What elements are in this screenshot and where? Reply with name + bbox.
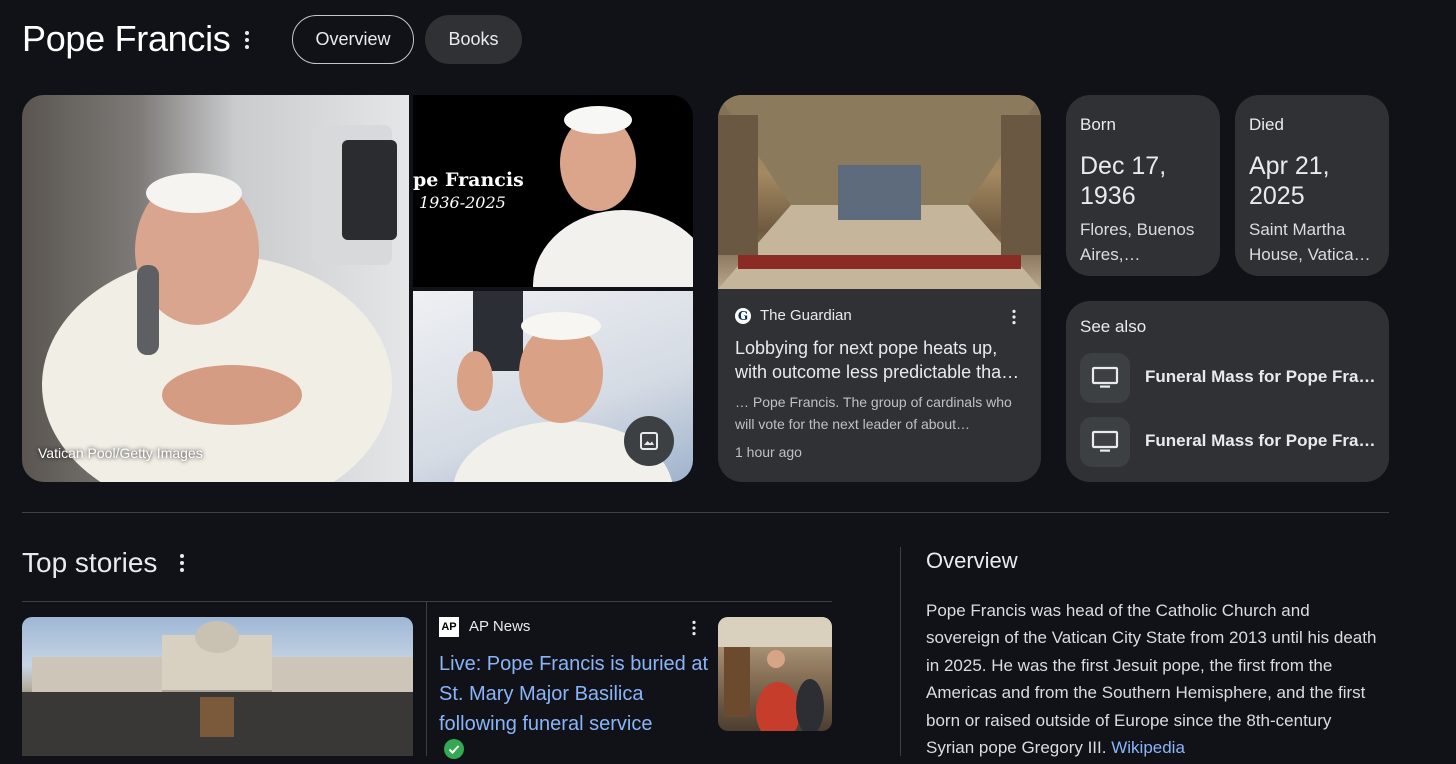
see-also-item-label[interactable]: Funeral Mass for Pope Fra… [1145, 367, 1376, 387]
tribute-name-text: pe Francis [413, 169, 524, 191]
tv-icon [1080, 353, 1130, 403]
tab-overview[interactable]: Overview [292, 15, 414, 64]
news-source[interactable]: The Guardian [760, 307, 852, 324]
section-divider [22, 512, 1389, 513]
story-divider [426, 602, 427, 756]
image-gallery-icon[interactable] [624, 416, 674, 466]
see-also-item[interactable]: Funeral Mass for Pope Fra… [1080, 417, 1380, 467]
story-source[interactable]: AP News [469, 618, 530, 635]
story-thumbnail[interactable] [718, 617, 832, 731]
main-photo[interactable]: Vatican Pool/Getty Images [22, 95, 409, 482]
died-place: Saint Martha House, Vatica… [1249, 220, 1371, 264]
ap-news-logo-icon: AP [439, 617, 459, 637]
tab-books[interactable]: Books [425, 15, 522, 64]
image-gallery[interactable]: Vatican Pool/Getty Images pe Francis 193… [22, 95, 693, 482]
news-headline[interactable]: Lobbying for next pope heats up, with ou… [735, 336, 1031, 384]
guardian-logo-icon: G [735, 308, 751, 324]
died-label: Died [1249, 115, 1284, 134]
died-card[interactable]: Died Apr 21, 2025 Saint Martha House, Va… [1235, 95, 1389, 276]
died-date: Apr 21, 2025 [1249, 152, 1330, 210]
top-stories-title: Top stories [22, 547, 158, 578]
news-timestamp: 1 hour ago [735, 444, 802, 460]
story-more-options-icon[interactable] [688, 618, 701, 637]
photo-credit: Vatican Pool/Getty Images [38, 445, 203, 461]
overview-title: Overview [926, 548, 1018, 573]
pope-photo-illustration [42, 125, 397, 482]
see-also-item-label[interactable]: Funeral Mass for Pope Fra… [1145, 431, 1376, 451]
wikipedia-link[interactable]: Wikipedia [1111, 738, 1185, 757]
more-options-icon[interactable] [239, 28, 255, 52]
story-photo[interactable] [22, 617, 413, 756]
stories-divider [22, 601, 832, 602]
news-card[interactable]: G The Guardian Lobbying for next pope he… [718, 95, 1041, 482]
news-snippet: … Pope Francis. The group of cardinals w… [735, 394, 1012, 432]
verified-check-icon [444, 739, 464, 759]
page-title: Pope Francis [22, 18, 231, 59]
born-place: Flores, Buenos Aires,… [1080, 220, 1195, 264]
sistine-chapel-photo [718, 95, 1041, 289]
born-label: Born [1080, 115, 1116, 134]
see-also-title: See also [1080, 317, 1147, 336]
tribute-photo[interactable]: pe Francis 1936-2025 [413, 95, 693, 287]
story-headline[interactable]: Live: Pope Francis is buried at St. Mary… [439, 649, 708, 739]
tribute-portrait [533, 106, 693, 287]
overview-description: Pope Francis was head of the Catholic Ch… [926, 601, 1377, 758]
news-more-options-icon[interactable] [1008, 307, 1021, 326]
see-also-card: See also Funeral Mass for Pope Fra… Fune… [1066, 301, 1389, 482]
top-stories-more-icon[interactable] [174, 551, 190, 575]
born-date: Dec 17, 1936 [1080, 152, 1167, 210]
tribute-years-text: 1936-2025 [419, 193, 506, 212]
tv-icon [1080, 417, 1130, 467]
see-also-item[interactable]: Funeral Mass for Pope Fra… [1080, 353, 1380, 403]
overview-divider [900, 547, 901, 756]
born-card[interactable]: Born Dec 17, 1936 Flores, Buenos Aires,… [1066, 95, 1220, 276]
